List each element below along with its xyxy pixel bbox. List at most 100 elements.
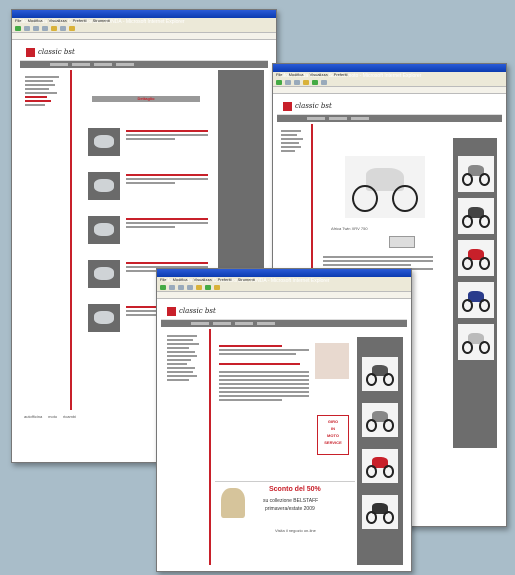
belstaff-banner[interactable]: Sconto del 50% su collezione BELSTAFF pr… bbox=[215, 481, 355, 542]
news-thumbnail[interactable] bbox=[88, 172, 120, 200]
promo-line1: su collezione BELSTAFF bbox=[263, 498, 319, 504]
news-thumbnail[interactable] bbox=[88, 260, 120, 288]
product-photo[interactable] bbox=[345, 156, 425, 218]
back-icon[interactable] bbox=[15, 25, 21, 31]
menu-item-favorites[interactable]: Preferiti bbox=[334, 72, 348, 77]
red-divider bbox=[70, 70, 72, 410]
motorcycle-image bbox=[351, 162, 419, 212]
menu-item-tools[interactable]: Strumenti bbox=[238, 277, 255, 282]
gallery-item[interactable] bbox=[362, 403, 398, 437]
product-button[interactable] bbox=[389, 236, 415, 248]
nav-link[interactable] bbox=[307, 117, 325, 120]
promo-badge[interactable]: GIRO IN MOTO SERVICE bbox=[317, 415, 349, 455]
gallery-item[interactable] bbox=[458, 324, 494, 360]
address-bar[interactable] bbox=[273, 87, 506, 94]
menu-item-file[interactable]: File bbox=[160, 277, 166, 282]
gallery-item[interactable] bbox=[458, 198, 494, 234]
home-icon[interactable] bbox=[51, 25, 57, 31]
gallery-item[interactable] bbox=[362, 357, 398, 391]
bike-gallery bbox=[458, 156, 494, 360]
site-logo[interactable]: classic bst bbox=[38, 48, 75, 56]
promo-badge-line: MOTO bbox=[327, 433, 339, 438]
nav-link[interactable] bbox=[50, 63, 68, 66]
belstaff-logo-icon bbox=[221, 488, 245, 518]
forward-icon[interactable] bbox=[285, 79, 291, 85]
nav-link[interactable] bbox=[257, 322, 275, 325]
site-logo[interactable]: classic bst bbox=[295, 102, 332, 110]
favorites-icon[interactable] bbox=[69, 25, 75, 31]
toolbar bbox=[12, 24, 276, 33]
gallery-item[interactable] bbox=[362, 495, 398, 529]
mail-icon[interactable] bbox=[321, 79, 327, 85]
footer-link[interactable]: autofficina bbox=[24, 414, 42, 419]
menu-item-favorites[interactable]: Preferiti bbox=[218, 277, 232, 282]
forward-icon[interactable] bbox=[169, 284, 175, 290]
back-icon[interactable] bbox=[276, 79, 282, 85]
home-icon[interactable] bbox=[196, 284, 202, 290]
nav-link[interactable] bbox=[235, 322, 253, 325]
nav-link[interactable] bbox=[94, 63, 112, 66]
news-thumbnail[interactable] bbox=[88, 304, 120, 332]
favorites-icon[interactable] bbox=[214, 284, 220, 290]
nav-link[interactable] bbox=[329, 117, 347, 120]
promo-person[interactable] bbox=[315, 343, 349, 379]
list-item[interactable] bbox=[88, 128, 208, 156]
media-icon[interactable] bbox=[312, 79, 318, 85]
gallery-item[interactable] bbox=[458, 240, 494, 276]
menu-item-view[interactable]: Visualizza bbox=[194, 277, 212, 282]
menu-item-edit[interactable]: Modifica bbox=[289, 72, 304, 77]
site-nav bbox=[277, 115, 502, 122]
title-bar: Moto Honda Milano - Scheda moto - Micros… bbox=[273, 64, 506, 79]
red-divider bbox=[209, 329, 211, 565]
nav-link[interactable] bbox=[72, 63, 90, 66]
list-item[interactable] bbox=[88, 172, 208, 200]
list-item[interactable] bbox=[88, 216, 208, 244]
refresh-icon[interactable] bbox=[187, 284, 193, 290]
promo-line2: primavera/estate 2009 bbox=[265, 506, 315, 512]
refresh-icon[interactable] bbox=[42, 25, 48, 31]
menu-item-edit[interactable]: Modifica bbox=[28, 18, 43, 23]
nav-link[interactable] bbox=[351, 117, 369, 120]
menu-item-tools[interactable]: Strumenti bbox=[93, 18, 110, 23]
stop-icon[interactable] bbox=[178, 284, 184, 290]
browser-window-front: Moto Honda Milano - Concessionario HONDA… bbox=[156, 268, 412, 572]
media-icon[interactable] bbox=[205, 284, 211, 290]
search-icon[interactable] bbox=[60, 25, 66, 31]
menu-item-file[interactable]: File bbox=[15, 18, 21, 23]
nav-link[interactable] bbox=[116, 63, 134, 66]
logo-icon bbox=[283, 101, 292, 111]
footer-link[interactable]: moto bbox=[48, 414, 57, 419]
nav-link[interactable] bbox=[213, 322, 231, 325]
promo-badge-line: IN bbox=[331, 426, 335, 431]
forward-icon[interactable] bbox=[24, 25, 30, 31]
menu-item-favorites[interactable]: Preferiti bbox=[73, 18, 87, 23]
menu-item-edit[interactable]: Modifica bbox=[173, 277, 188, 282]
highlights-list bbox=[219, 343, 309, 403]
nav-link[interactable] bbox=[191, 322, 209, 325]
address-bar[interactable] bbox=[157, 292, 411, 299]
refresh-icon[interactable] bbox=[294, 79, 300, 85]
site-logo[interactable]: classic bst bbox=[179, 307, 216, 315]
toolbar bbox=[273, 78, 506, 87]
stop-icon[interactable] bbox=[33, 25, 39, 31]
news-thumbnail[interactable] bbox=[88, 216, 120, 244]
gallery-item[interactable] bbox=[458, 156, 494, 192]
site-nav bbox=[20, 61, 268, 68]
promo-title: Sconto del 50% bbox=[269, 486, 321, 493]
site-header: classic bst bbox=[277, 98, 502, 115]
site-header: classic bst bbox=[20, 44, 268, 61]
home-icon[interactable] bbox=[303, 79, 309, 85]
left-menu bbox=[25, 74, 65, 108]
site-header: classic bst bbox=[161, 303, 407, 320]
promo-caption[interactable]: Visita il negozio on-line bbox=[275, 528, 316, 533]
address-bar[interactable] bbox=[12, 33, 276, 40]
gallery-item[interactable] bbox=[362, 449, 398, 483]
menu-item-view[interactable]: Visualizza bbox=[310, 72, 328, 77]
toolbar bbox=[157, 283, 411, 292]
menu-item-view[interactable]: Visualizza bbox=[49, 18, 67, 23]
news-thumbnail[interactable] bbox=[88, 128, 120, 156]
footer-link[interactable]: ricambi bbox=[63, 414, 76, 419]
menu-item-file[interactable]: File bbox=[276, 72, 282, 77]
gallery-item[interactable] bbox=[458, 282, 494, 318]
back-icon[interactable] bbox=[160, 284, 166, 290]
